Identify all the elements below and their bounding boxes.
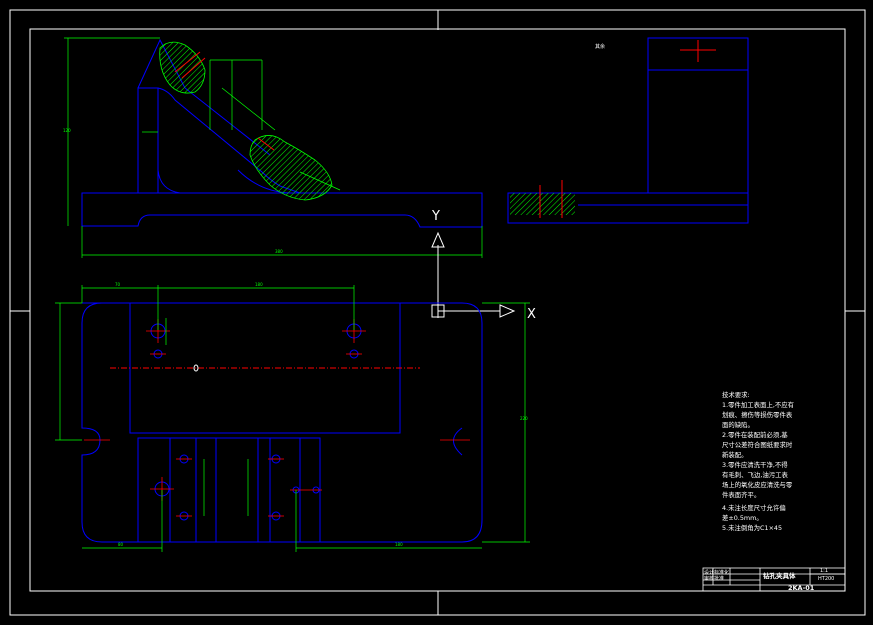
tech-req-line: 新装配。: [722, 451, 748, 459]
tech-req-line: 差±0.5mm。: [722, 514, 763, 522]
dim-left-offset: 70: [115, 282, 121, 287]
drawing-number: 2KA-01: [788, 584, 815, 592]
dim-height: 120: [63, 128, 71, 133]
title-block-cell: 批准: [714, 576, 725, 582]
dim-top-hole-spacing: 180: [255, 282, 263, 287]
tech-req-line: 面的缺陷。: [722, 421, 754, 429]
axis-x-label: X: [527, 307, 536, 322]
part-name: 钻孔夹具体: [763, 572, 796, 580]
tech-req-line: 有毛刺、飞边,油污工表: [722, 471, 788, 479]
tech-req-line: 1.零件加工表面上,不应有: [722, 401, 795, 409]
top-view: [81, 302, 483, 543]
tech-req-line: 4.未注长度尺寸允许偏: [722, 504, 786, 512]
top-view-dimensions: [55, 285, 530, 552]
material: HT200: [818, 576, 835, 582]
dim-bottom-left: 80: [118, 542, 124, 547]
dim-overall-length: 380: [275, 249, 283, 254]
tech-req-line: 划痕、擦伤等损伤零件表: [722, 411, 793, 419]
tech-req-line: 件表面齐平。: [722, 491, 761, 499]
axis-y-label: Y: [431, 209, 440, 224]
tech-req-line: 尺寸公差符合图纸要求时: [722, 441, 793, 449]
tech-requirements-title: 技术要求:: [722, 391, 750, 399]
dim-bottom-right: 180: [395, 542, 403, 547]
section-hatching: [159, 41, 333, 201]
scale: 1:1: [820, 568, 829, 574]
tech-req-line: 场上的氧化皮应清洗与零: [722, 481, 793, 489]
tech-req-line: 3.零件应清洗干净,不得: [722, 461, 788, 469]
top-view-centerlines: [84, 319, 470, 517]
top-view-holes: [110, 323, 420, 521]
tech-req-line: 5.未注倒角为C1×45: [722, 524, 783, 532]
dim-width: 220: [520, 416, 528, 421]
tech-req-line: 2.零件在装配前必须,基: [722, 431, 788, 439]
side-view-section: [510, 40, 716, 218]
title-block-cell: 审核: [704, 576, 715, 582]
front-view: [81, 38, 483, 228]
roughness-note: 其余: [595, 43, 605, 50]
